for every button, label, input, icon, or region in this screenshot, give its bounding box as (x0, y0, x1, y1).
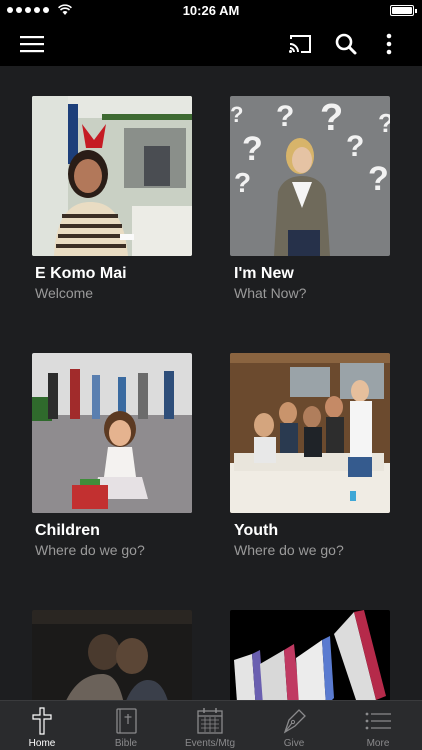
tile-im-new[interactable]: ? ? ? ? ? ? ? ? (230, 96, 390, 256)
svg-text:?: ? (346, 130, 364, 163)
question-marks-photo: ? ? ? ? ? ? ? ? (230, 96, 390, 256)
tab-label: Give (283, 738, 305, 749)
tab-label: More (366, 738, 390, 749)
youth-photo (230, 353, 390, 513)
tile-subtitle: Where do we go? (234, 542, 344, 558)
bottom-tab-bar: Home Bible Events/Mtg Give More (0, 700, 422, 750)
tile-subtitle: Welcome (35, 285, 94, 301)
svg-text:?: ? (320, 97, 343, 139)
tab-give[interactable]: Give (252, 701, 336, 750)
tab-bible[interactable]: Bible (84, 701, 168, 750)
tab-label: Bible (114, 738, 138, 749)
kona-graphic (230, 610, 390, 700)
hamburger-menu-icon[interactable] (20, 32, 44, 56)
bible-icon (116, 708, 137, 734)
children-photo (32, 353, 192, 513)
tile-kona[interactable] (230, 610, 390, 700)
tab-more[interactable]: More (336, 701, 420, 750)
svg-text:?: ? (378, 108, 390, 138)
more-options-icon[interactable] (377, 32, 401, 56)
svg-text:?: ? (230, 102, 243, 127)
cast-icon[interactable] (288, 32, 312, 56)
svg-text:?: ? (276, 100, 294, 133)
tile-subtitle: What Now? (234, 285, 307, 301)
content-grid: E Komo Mai Welcome ? ? ? ? ? ? ? ? I'm N… (0, 66, 422, 700)
tile-subtitle: Where do we go? (35, 542, 145, 558)
top-nav-bar (0, 22, 422, 66)
search-icon[interactable] (334, 32, 358, 56)
welcome-photo (32, 96, 192, 256)
status-bar: 10:26 AM (0, 0, 422, 22)
tile-title: I'm New (234, 265, 294, 282)
tile-children[interactable] (32, 353, 192, 513)
tab-home[interactable]: Home (0, 701, 84, 750)
tile-prayer[interactable] (32, 610, 192, 700)
tab-label: Events/Mtg (184, 738, 236, 749)
cross-icon (32, 707, 52, 735)
tab-label: Home (28, 738, 56, 749)
tab-events[interactable]: Events/Mtg (168, 701, 252, 750)
battery-icon (390, 5, 417, 16)
svg-text:?: ? (242, 130, 263, 168)
tile-e-komo-mai[interactable] (32, 96, 192, 256)
status-time: 10:26 AM (182, 3, 240, 18)
svg-text:?: ? (234, 167, 251, 198)
calendar-icon (197, 708, 223, 734)
tile-title: Children (35, 522, 100, 539)
tile-youth[interactable] (230, 353, 390, 513)
svg-text:?: ? (368, 160, 389, 198)
tile-title: Youth (234, 522, 279, 539)
pen-nib-icon (283, 709, 306, 734)
prayer-photo (32, 610, 192, 700)
list-icon (365, 712, 391, 730)
tile-title: E Komo Mai (35, 265, 127, 282)
